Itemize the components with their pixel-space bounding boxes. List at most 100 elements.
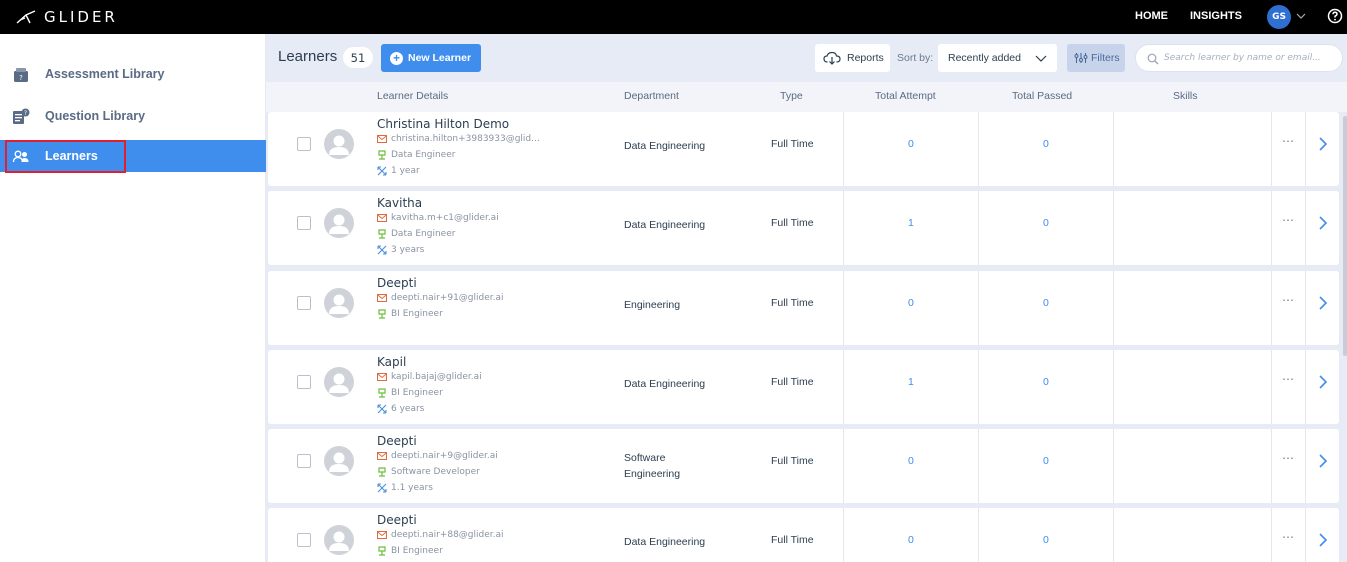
row-checkbox[interactable] xyxy=(297,137,311,151)
column-divider xyxy=(843,508,844,562)
column-header-total-passed[interactable]: Total Passed xyxy=(1012,90,1072,102)
row-checkbox[interactable] xyxy=(297,375,311,389)
column-divider xyxy=(1271,271,1272,345)
learner-row[interactable]: Deepti deepti.nair+9@glider.ai Software De… xyxy=(268,429,1339,503)
learner-experience: 6 years xyxy=(377,404,424,414)
open-learner-button[interactable] xyxy=(1318,136,1328,155)
learner-name[interactable]: Deepti xyxy=(377,434,417,448)
email-text: deepti.nair+9@glider.ai xyxy=(391,451,498,461)
column-header-total-attempt[interactable]: Total Attempt xyxy=(875,90,936,102)
column-divider xyxy=(978,508,979,562)
clipboard-icon: ? xyxy=(14,68,28,82)
role-text: BI Engineer xyxy=(391,546,443,556)
learner-experience: 1.1 years xyxy=(377,483,433,493)
total-attempt-value[interactable]: 0 xyxy=(908,138,914,150)
learner-role: BI Engineer xyxy=(377,546,443,556)
column-header-type[interactable]: Type xyxy=(780,90,803,102)
avatar xyxy=(324,525,354,555)
email-icon xyxy=(377,531,387,539)
role-icon xyxy=(378,467,386,477)
total-attempt-value[interactable]: 0 xyxy=(908,534,914,546)
column-divider xyxy=(843,350,844,424)
chevron-right-icon xyxy=(1319,454,1328,468)
more-options-icon[interactable]: ⋯ xyxy=(1282,372,1295,386)
help-icon[interactable] xyxy=(1327,8,1343,24)
search-box[interactable] xyxy=(1135,44,1343,72)
learner-email: christina.hilton+3983933@glid... xyxy=(377,134,540,144)
reports-button[interactable]: Reports xyxy=(815,44,890,72)
question-doc-icon: ? xyxy=(13,108,30,124)
avatar-placeholder-icon xyxy=(329,531,349,551)
sidebar-item-assessment-library[interactable]: ? Assessment Library xyxy=(0,58,266,90)
row-checkbox[interactable] xyxy=(297,454,311,468)
learner-type: Full Time xyxy=(771,217,814,229)
column-header-skills[interactable]: Skills xyxy=(1173,90,1198,102)
learner-name[interactable]: Deepti xyxy=(377,276,417,290)
column-divider xyxy=(1305,508,1306,562)
column-header-department[interactable]: Department xyxy=(624,90,679,102)
total-attempt-value[interactable]: 1 xyxy=(908,376,914,388)
learner-row[interactable]: Deepti deepti.nair+91@glider.ai BI Enginee… xyxy=(268,271,1339,345)
learner-name[interactable]: Kapil xyxy=(377,355,406,369)
learner-row[interactable]: Kavitha kavitha.m+c1@glider.ai Data Engine… xyxy=(268,191,1339,265)
more-options-icon[interactable]: ⋯ xyxy=(1282,213,1295,227)
row-checkbox[interactable] xyxy=(297,533,311,547)
total-passed-value[interactable]: 0 xyxy=(1043,217,1049,229)
department-text: Engineering xyxy=(624,299,681,311)
row-checkbox[interactable] xyxy=(297,216,311,230)
more-options-icon[interactable]: ⋯ xyxy=(1282,134,1295,148)
scrollbar[interactable] xyxy=(1343,116,1347,356)
new-learner-button[interactable]: + New Learner xyxy=(381,44,481,72)
open-learner-button[interactable] xyxy=(1318,374,1328,393)
sidebar-item-question-library[interactable]: ? Question Library xyxy=(0,100,266,132)
sidebar: ? Assessment Library ? Question Library … xyxy=(0,34,266,562)
more-options-icon[interactable]: ⋯ xyxy=(1282,530,1295,544)
sidebar-item-label: Assessment Library xyxy=(45,67,165,81)
sort-select[interactable]: Recently added xyxy=(938,44,1057,72)
learner-row[interactable]: Deepti deepti.nair+88@glider.ai BI Enginee… xyxy=(268,508,1339,562)
column-header-learner-details[interactable]: Learner Details xyxy=(377,90,448,102)
learner-row[interactable]: Kapil kapil.bajaj@glider.ai BI Engineer 6 y… xyxy=(268,350,1339,424)
user-avatar[interactable]: GS xyxy=(1267,5,1291,29)
open-learner-button[interactable] xyxy=(1318,532,1328,551)
more-options-icon[interactable]: ⋯ xyxy=(1282,293,1295,307)
filters-button[interactable]: Filters xyxy=(1067,44,1125,72)
search-input[interactable] xyxy=(1164,49,1336,67)
more-options-icon[interactable]: ⋯ xyxy=(1282,451,1295,465)
experience-icon xyxy=(377,404,387,414)
open-learner-button[interactable] xyxy=(1318,295,1328,314)
learner-type: Full Time xyxy=(771,455,814,467)
glider-logo[interactable]: GLIDER xyxy=(16,7,118,27)
open-learner-button[interactable] xyxy=(1318,215,1328,234)
total-attempt-value[interactable]: 0 xyxy=(908,297,914,309)
total-passed-value[interactable]: 0 xyxy=(1043,376,1049,388)
open-learner-button[interactable] xyxy=(1318,453,1328,472)
email-icon xyxy=(377,452,387,460)
column-divider xyxy=(843,271,844,345)
total-attempt-value[interactable]: 0 xyxy=(908,455,914,467)
nav-home[interactable]: HOME xyxy=(1135,10,1168,22)
total-passed-value[interactable]: 0 xyxy=(1043,297,1049,309)
reports-label: Reports xyxy=(847,52,884,64)
row-checkbox[interactable] xyxy=(297,296,311,310)
total-passed-value[interactable]: 0 xyxy=(1043,455,1049,467)
chevron-down-icon[interactable] xyxy=(1296,11,1306,21)
learner-row[interactable]: Christina Hilton Demo christina.hilton+39… xyxy=(268,112,1339,186)
column-divider xyxy=(978,191,979,265)
role-text: Data Engineer xyxy=(391,150,456,160)
total-passed-value[interactable]: 0 xyxy=(1043,534,1049,546)
learner-name[interactable]: Christina Hilton Demo xyxy=(377,117,509,131)
department-text: Software xyxy=(624,452,666,464)
role-icon xyxy=(378,150,386,160)
column-divider xyxy=(1113,112,1114,186)
role-icon xyxy=(378,546,386,556)
learner-name[interactable]: Deepti xyxy=(377,513,417,527)
learner-role: Software Developer xyxy=(377,467,480,477)
avatar xyxy=(324,446,354,476)
email-text: deepti.nair+91@glider.ai xyxy=(391,293,504,303)
avatar-placeholder-icon xyxy=(329,373,349,393)
learner-name[interactable]: Kavitha xyxy=(377,196,422,210)
nav-insights[interactable]: INSIGHTS xyxy=(1190,10,1242,22)
total-passed-value[interactable]: 0 xyxy=(1043,138,1049,150)
total-attempt-value[interactable]: 1 xyxy=(908,217,914,229)
